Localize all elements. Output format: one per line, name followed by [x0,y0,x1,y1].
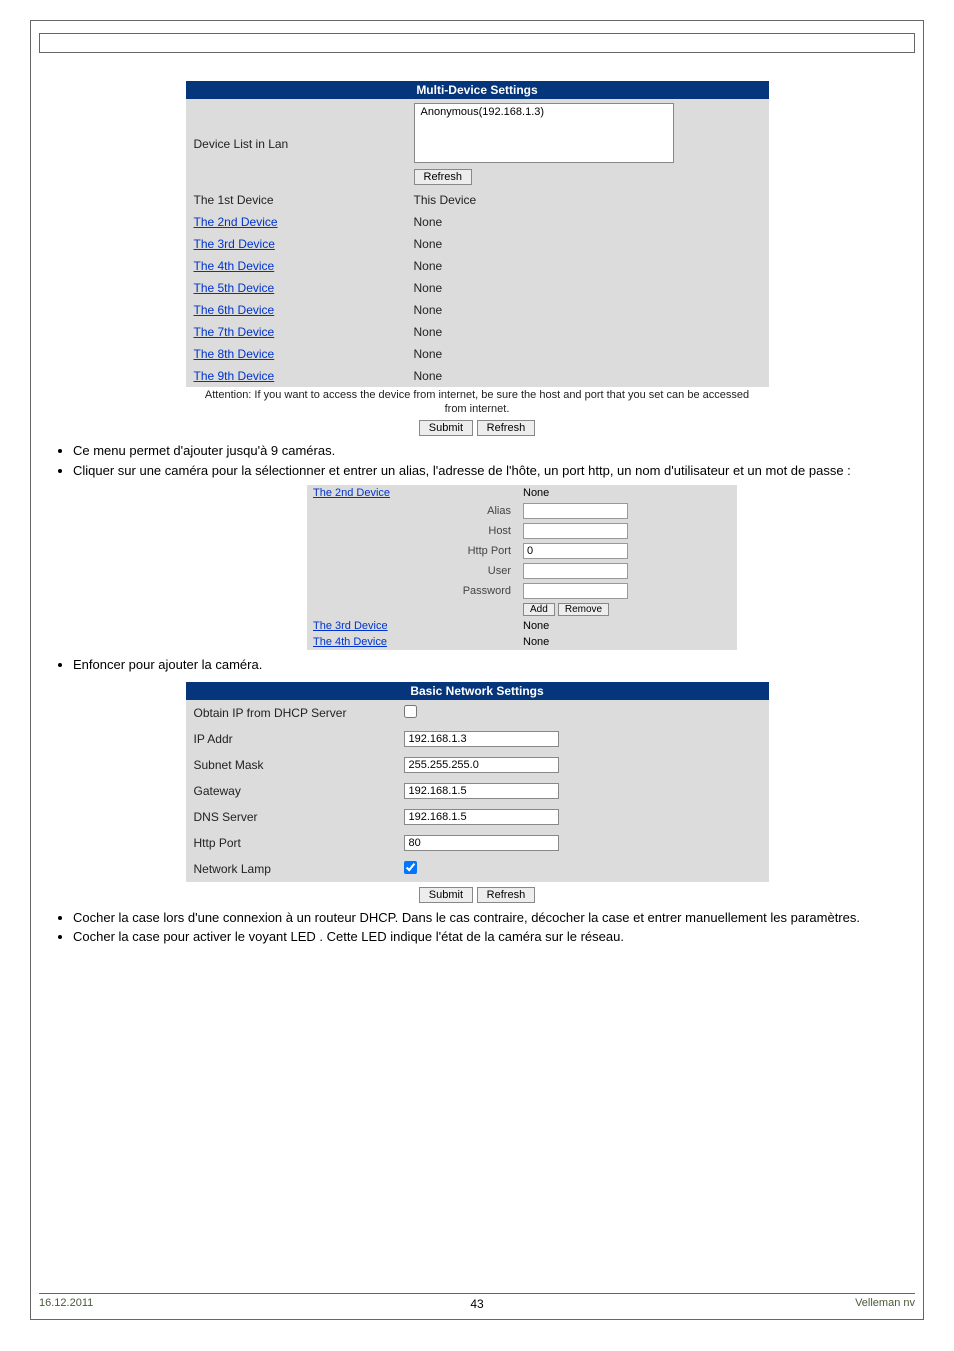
instr-3a: Cocher la case lors d'une connexion à un… [73,909,915,927]
instr-2a: Enfoncer pour ajouter la caméra. [73,656,915,674]
device-2-link[interactable]: The 2nd Device [194,215,278,229]
network-submit-button[interactable]: Submit [419,887,473,903]
instr-1b: Cliquer sur une caméra pour la sélection… [73,462,915,480]
device-3-value: None [406,233,769,255]
edit-row-2-link[interactable]: The 2nd Device [313,487,390,499]
footer-date: 16.12.2011 [39,1297,93,1309]
host-label: Host [307,521,517,541]
instruction-list-3: Cocher la case lors d'une connexion à un… [73,909,915,946]
device-2-value: None [406,211,769,233]
device-1-value: This Device [406,189,769,211]
httpport-input[interactable] [523,543,628,559]
dns-label: DNS Server [186,804,396,830]
device-9-value: None [406,365,769,387]
device-7-link[interactable]: The 7th Device [194,325,275,339]
footer-page: 43 [470,1297,483,1311]
instr-3b: Cocher la case pour activer le voyant LE… [73,928,915,946]
device-6-value: None [406,299,769,321]
subnet-input[interactable] [404,757,559,773]
multi-device-table: Device List in Lan Anonymous(192.168.1.3… [186,99,769,387]
gateway-input[interactable] [404,783,559,799]
device-list-box[interactable]: Anonymous(192.168.1.3) [414,103,674,163]
multi-device-title: Multi-Device Settings [186,81,769,99]
edit-row-4-link[interactable]: The 4th Device [313,636,387,648]
device-8-link[interactable]: The 8th Device [194,347,275,361]
user-input[interactable] [523,563,628,579]
edit-row-2-val: None [517,485,737,501]
lamp-label: Network Lamp [186,856,396,882]
device-5-link[interactable]: The 5th Device [194,281,275,295]
instruction-list-1: Ce menu permet d'ajouter jusqu'à 9 camér… [73,442,915,479]
httpport-label: Http Port [307,541,517,561]
device-4-value: None [406,255,769,277]
refresh-device-list-button[interactable]: Refresh [414,169,473,185]
device-9-link[interactable]: The 9th Device [194,369,275,383]
ipaddr-label: IP Addr [186,726,396,752]
password-label: Password [307,581,517,601]
alias-label: Alias [307,501,517,521]
gateway-label: Gateway [186,778,396,804]
device-8-value: None [406,343,769,365]
header-box [39,33,915,53]
instr-1a: Ce menu permet d'ajouter jusqu'à 9 camér… [73,442,915,460]
device-3-link[interactable]: The 3rd Device [194,237,275,251]
multi-submit-button[interactable]: Submit [419,420,473,436]
device-6-link[interactable]: The 6th Device [194,303,275,317]
lamp-checkbox[interactable] [404,861,417,874]
network-refresh-button[interactable]: Refresh [477,887,536,903]
page-footer: 16.12.2011 43 Velleman nv [39,1293,915,1309]
device-7-value: None [406,321,769,343]
subnet-label: Subnet Mask [186,752,396,778]
device-list-item[interactable]: Anonymous(192.168.1.3) [421,106,545,118]
host-input[interactable] [523,523,628,539]
password-input[interactable] [523,583,628,599]
network-panel: Basic Network Settings Obtain IP from DH… [186,682,769,903]
edit-row-3-val: None [517,618,737,634]
remove-button[interactable]: Remove [558,603,609,616]
instruction-list-2: Enfoncer pour ajouter la caméra. [73,656,915,674]
device-list-cell: Anonymous(192.168.1.3) Refresh [406,99,769,189]
dhcp-checkbox[interactable] [404,705,417,718]
multi-refresh-button[interactable]: Refresh [477,420,536,436]
user-label: User [307,561,517,581]
attention-line1: Attention: If you want to access the dev… [186,389,769,401]
alias-input[interactable] [523,503,628,519]
attention-line2: from internet. [186,403,769,415]
device-4-link[interactable]: The 4th Device [194,259,275,273]
dhcp-label: Obtain IP from DHCP Server [186,700,396,726]
ipaddr-input[interactable] [404,731,559,747]
device-list-label: Device List in Lan [186,99,406,189]
dns-input[interactable] [404,809,559,825]
multi-device-panel: Multi-Device Settings Device List in Lan… [186,81,769,436]
device-5-value: None [406,277,769,299]
net-httpport-input[interactable] [404,835,559,851]
add-button[interactable]: Add [523,603,555,616]
edit-row-4-val: None [517,634,737,650]
edit-row-3-link[interactable]: The 3rd Device [313,620,388,632]
net-httpport-label: Http Port [186,830,396,856]
footer-company: Velleman nv [855,1297,915,1309]
network-title: Basic Network Settings [186,682,769,700]
edit-device-panel: The 2nd DeviceNone Alias Host Http Port … [307,485,737,650]
device-1-label: The 1st Device [186,189,406,211]
